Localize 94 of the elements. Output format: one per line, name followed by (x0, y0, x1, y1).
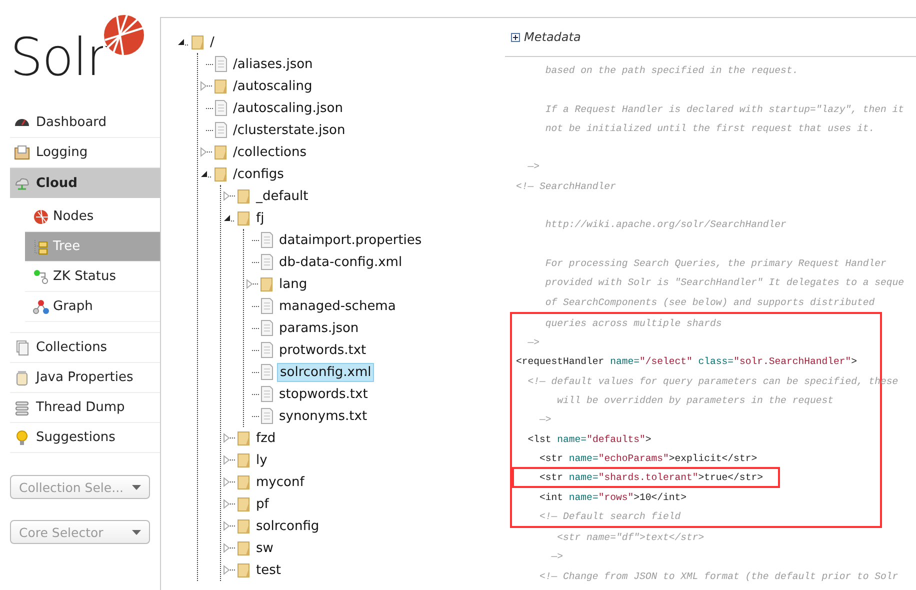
code-comment: <!— Default search field (538, 510, 681, 522)
folder-icon (214, 166, 228, 182)
folder-icon (237, 452, 251, 468)
file-icon (260, 364, 274, 380)
code-comment: If a Request Handler is declared with startup="lazy", then it (544, 104, 904, 115)
nav-item[interactable]: Collections (10, 333, 160, 363)
tree-node[interactable]: lang (277, 276, 310, 292)
folder-icon (237, 188, 251, 204)
caret-icon (132, 530, 141, 534)
nav-icon (33, 238, 49, 254)
tree-node[interactable]: protwords.txt (277, 342, 368, 358)
tree-node[interactable]: /autoscaling (231, 78, 314, 94)
folder-icon (237, 496, 251, 512)
nav-item[interactable]: Java Properties (10, 363, 160, 393)
code-line: <requestHandler name="/select" class="solr.SearchHandler"> (516, 356, 858, 368)
tree-node[interactable]: _default (254, 188, 310, 204)
file-icon (260, 232, 274, 248)
folder-icon (214, 78, 228, 94)
tree-node[interactable]: params.json (277, 320, 361, 336)
nav-item[interactable]: Thread Dump (10, 393, 160, 423)
tree-node[interactable]: / (208, 34, 216, 50)
code-comment: <!— Change from JSON to XML format (the default prior to Solr (538, 570, 898, 582)
file-icon (260, 254, 274, 270)
nav-icon (14, 144, 30, 160)
code-comment: <str name="df">text</str> (556, 532, 704, 544)
tree-node[interactable]: /clusterstate.json (231, 122, 348, 138)
tree-node[interactable]: solrconfig.xml (277, 362, 374, 382)
code-comment: http://wiki.apache.org/solr/SearchHandler (544, 219, 786, 230)
file-icon (260, 342, 274, 358)
code-comment: —> (526, 337, 540, 348)
folder-icon (237, 540, 251, 556)
tree-node[interactable]: test (254, 562, 283, 578)
code-comment: —> (526, 161, 540, 172)
nav-icon (14, 340, 30, 356)
file-icon (214, 122, 228, 138)
file-icon (260, 320, 274, 336)
code-comment: of SearchComponents (see below) and supports distributed (544, 296, 875, 308)
nav-icon (33, 208, 49, 224)
folder-icon (260, 276, 274, 292)
nav-icon (14, 400, 30, 416)
nav-subitem[interactable]: ZK Status (25, 262, 160, 292)
code-comment: <!— SearchHandler (516, 180, 616, 192)
tree-node[interactable]: /autoscaling.json (231, 100, 345, 116)
file-icon (260, 386, 274, 402)
code-comment: —> (538, 414, 552, 426)
nav-icon (33, 268, 49, 284)
code-line: <lst name="defaults"> (526, 434, 652, 445)
tree-node[interactable]: myconf (254, 474, 306, 490)
folder-icon (191, 34, 205, 50)
tree-node[interactable]: pf (254, 496, 271, 512)
nav-icon (33, 298, 49, 314)
code-line: <int name="rows">10</int> (538, 492, 687, 503)
file-icon (214, 100, 228, 116)
tree-node[interactable]: synonyms.txt (277, 408, 370, 424)
nav-item[interactable]: Dashboard (10, 108, 160, 138)
file-icon (260, 408, 274, 424)
folder-icon (237, 562, 251, 578)
nav-item[interactable]: Suggestions (10, 423, 160, 453)
code-comment: queries across multiple shards (544, 318, 722, 329)
nav-icon (14, 370, 30, 386)
tree-node[interactable]: /collections (231, 144, 309, 160)
metadata-toggle[interactable]: Metadata (524, 30, 581, 44)
code-comment: provided with Solr is "SearchHandler" It delegates to a seque (544, 277, 904, 288)
nav-icon (14, 430, 30, 446)
tree-node[interactable]: sw (254, 540, 276, 556)
code-comment: —> (550, 551, 564, 562)
tree-node[interactable]: stopwords.txt (277, 386, 370, 402)
tree-node[interactable]: dataimport.properties (277, 232, 424, 248)
code-line: <str name="echoParams">explicit</str> (538, 452, 758, 464)
folder-icon (214, 144, 228, 160)
tree-node[interactable]: solrconfig (254, 518, 322, 534)
folder-icon (237, 430, 251, 446)
tree-node[interactable]: managed-schema (277, 298, 398, 314)
code-comment: will be overridden by parameters in the request (556, 395, 834, 406)
file-icon (260, 298, 274, 314)
nav-subitem[interactable]: Graph (25, 292, 160, 322)
code-comment: based on the path specified in the request. (544, 65, 798, 76)
code-comment: For processing Search Queries, the primary Request Handler (544, 258, 886, 269)
nav-item[interactable]: Cloud (10, 168, 160, 198)
highlighted-code-line: <str name="shards.tolerant">true</str> (514, 469, 778, 486)
tree-node[interactable]: fzd (254, 430, 278, 446)
logo-text: Solr (10, 27, 107, 90)
folder-icon (237, 474, 251, 490)
file-icon (214, 56, 228, 72)
caret-icon (132, 484, 141, 490)
tree-node[interactable]: ly (254, 452, 270, 468)
folder-icon (237, 210, 251, 226)
tree-node[interactable]: /configs (231, 166, 286, 182)
expand-plus-icon[interactable] (511, 32, 520, 42)
tree-node[interactable]: /aliases.json (231, 56, 315, 72)
tree-node[interactable]: fj (254, 210, 266, 226)
folder-icon (237, 518, 251, 534)
code-comment: not be initialized until the first request that uses it. (544, 122, 875, 134)
tree-node[interactable]: db-data-config.xml (277, 254, 404, 270)
